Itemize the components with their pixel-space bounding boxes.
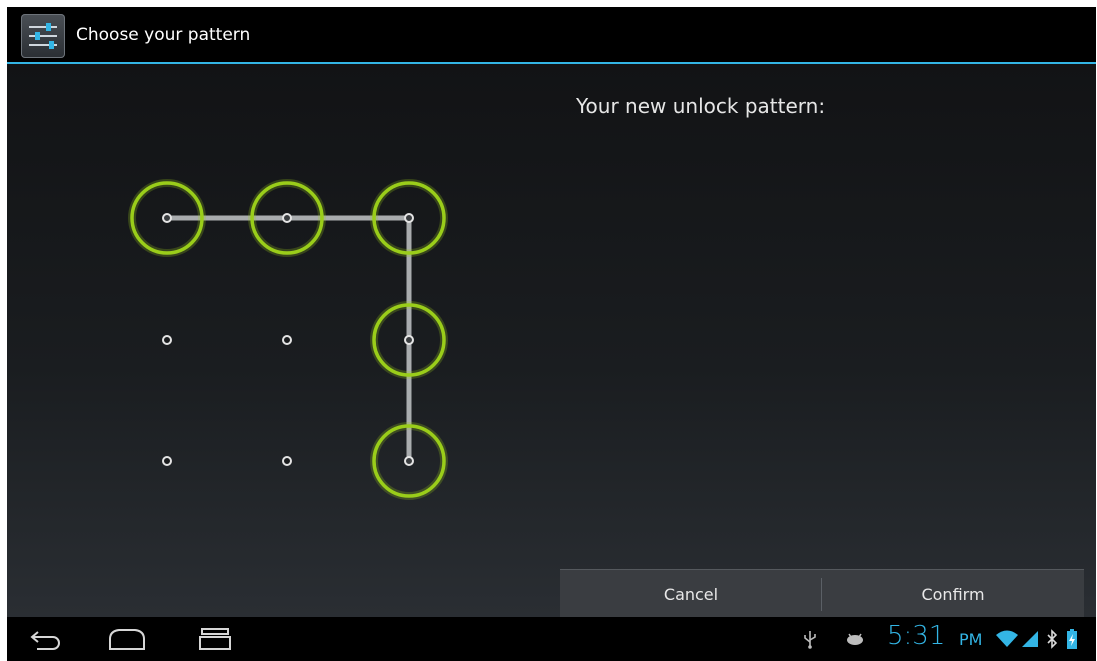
recent-apps-icon[interactable] [197,617,233,661]
system-bar: 5:31 PM [7,617,1096,661]
pattern-dot-6[interactable] [162,456,172,466]
pattern-dot-4[interactable] [282,335,292,345]
confirm-button[interactable]: Confirm [822,570,1084,619]
pattern-prompt: Your new unlock pattern: [576,94,826,118]
page-title: Choose your pattern [76,25,251,45]
pattern-dot-7[interactable] [282,456,292,466]
bluetooth-icon [1045,617,1059,661]
status-clock: 5:31 [887,621,946,651]
home-icon[interactable] [107,617,147,661]
content-area: Your new unlock pattern: Cancel Confirm [7,64,1096,619]
android-debug-icon [845,617,865,661]
pattern-grid[interactable] [7,64,547,617]
cancel-button[interactable]: Cancel [560,570,822,619]
usb-icon [802,617,818,661]
wifi-icon [995,617,1019,661]
action-bar: Choose your pattern [7,7,1096,64]
settings-sliders-icon[interactable] [21,14,65,58]
battery-charging-icon [1066,617,1078,661]
back-icon[interactable] [29,617,63,661]
pattern-dot-3[interactable] [162,335,172,345]
screen: Choose your pattern Your new unlock patt… [7,7,1096,661]
status-ampm: PM [959,630,983,649]
signal-icon [1020,617,1040,661]
button-bar: Cancel Confirm [560,569,1084,619]
